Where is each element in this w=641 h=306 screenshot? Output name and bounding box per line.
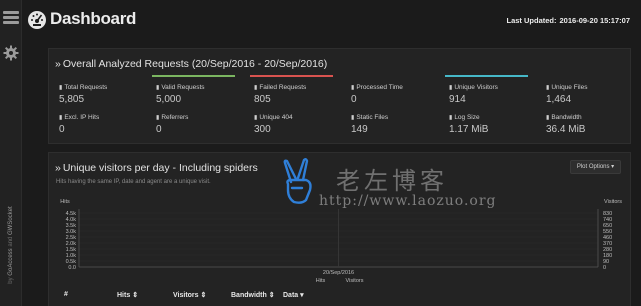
caret-down-icon: ▾	[611, 164, 615, 170]
y-tick-right: 0	[603, 265, 606, 271]
y-tick-left: 0.0	[68, 265, 76, 271]
stat-color-bar	[152, 75, 235, 77]
sort-icon: ⇕	[132, 292, 139, 299]
visitors-panel: » Unique visitors per day - Including spi…	[48, 152, 631, 306]
stat-value: 0	[351, 94, 357, 105]
stat-value: 300	[254, 124, 271, 135]
stat-label: ▮ Unique Files	[546, 84, 588, 91]
plot-options-button[interactable]: Plot Options ▾	[570, 160, 621, 174]
stat-unique-404: ▮ Unique 404 300	[250, 105, 338, 137]
bar-chart-icon: ▮	[59, 115, 63, 121]
bar-chart-icon: ▮	[351, 115, 355, 121]
page-title: Dashboard	[50, 9, 137, 28]
chevron-right-icon: »	[55, 58, 61, 70]
stat-label: ▮ Unique Visitors	[449, 84, 498, 91]
bar-chart-icon: ▮	[546, 85, 550, 91]
stat-value: 149	[351, 124, 368, 135]
caret-down-icon: ▾	[300, 292, 304, 299]
stat-label: ▮ Log Size	[449, 114, 480, 121]
stat-label: ▮ Processed Time	[351, 84, 403, 91]
stat-value: 5,805	[59, 94, 85, 105]
bar-chart-icon: ▮	[546, 115, 550, 121]
bar-chart-icon: ▮	[449, 85, 453, 91]
bar-chart-icon: ▮	[59, 85, 63, 91]
stat-label: ▮ Failed Requests	[254, 84, 307, 91]
gear-icon[interactable]	[3, 45, 19, 61]
stat-referrers: ▮ Referrers 0	[152, 105, 240, 137]
stat-value: 36.4 MiB	[546, 124, 586, 135]
stat-color-bar	[250, 75, 333, 77]
stat-label: ▮ Static Files	[351, 114, 389, 121]
overall-panel-title: » Overall Analyzed Requests (20/Sep/2016 …	[55, 58, 328, 70]
stat-static-files: ▮ Static Files 149	[347, 105, 435, 137]
sort-icon: ⇕	[200, 292, 207, 299]
bar-chart-icon: ▮	[449, 115, 453, 121]
stat-unique-visitors: ▮ Unique Visitors 914	[445, 75, 533, 107]
col-header-index[interactable]: #	[64, 291, 68, 298]
col-header-data[interactable]: Data ▾	[283, 291, 304, 299]
x-tick-label: 20/Sep/2016	[323, 270, 354, 276]
stat-value: 5,000	[156, 94, 182, 105]
stat-value: 914	[449, 94, 466, 105]
last-updated: Last Updated: 2016-09-20 15:17:07	[507, 16, 631, 25]
stat-label: ▮ Bandwidth	[546, 114, 582, 121]
stat-excl-ip-hits: ▮ Excl. IP Hits 0	[55, 105, 143, 137]
credit-text: by GoAccess and GWSocket	[8, 206, 14, 284]
menu-icon[interactable]	[3, 11, 19, 24]
col-header-hits[interactable]: Hits ⇕	[117, 291, 138, 299]
bar-chart-icon: ▮	[351, 85, 355, 91]
stat-value: 0	[156, 124, 162, 135]
y-axis-label-left: Hits	[60, 199, 70, 205]
stat-log-size: ▮ Log Size 1.17 MiB	[445, 105, 533, 137]
visitors-panel-title: » Unique visitors per day - Including spi…	[55, 162, 258, 174]
visitors-chart: Hits Visitors4.5k 8304.0k 7403.5k 6503.0k 550…	[60, 199, 622, 284]
col-header-bandwidth[interactable]: Bandwidth ⇕	[231, 291, 275, 299]
last-updated-value: 2016-09-20 15:17:07	[559, 16, 630, 25]
sidebar: by GoAccess and GWSocket	[0, 0, 22, 306]
stat-label: ▮ Referrers	[156, 114, 189, 121]
stat-value: 1.17 MiB	[449, 124, 489, 135]
x-series-label-visitors: Visitors	[346, 278, 364, 284]
stat-value: 1,464	[546, 94, 572, 105]
bar-chart-icon: ▮	[156, 115, 160, 121]
stat-label: ▮ Unique 404	[254, 114, 293, 121]
stat-total-requests: ▮ Total Requests 5,805	[55, 75, 143, 107]
stat-value: 0	[59, 124, 65, 135]
stat-label: ▮ Excl. IP Hits	[59, 114, 100, 121]
visitors-panel-subtitle: Hits having the same IP, date and agent …	[56, 179, 211, 185]
stat-unique-files: ▮ Unique Files 1,464	[542, 75, 630, 107]
stat-value: 805	[254, 94, 271, 105]
x-series-label-hits: Hits	[316, 278, 326, 284]
bar-chart-icon: ▮	[254, 85, 258, 91]
y-axis-label-right: Visitors	[604, 199, 622, 205]
credit-link-goaccess[interactable]: GoAccess	[8, 248, 14, 275]
stat-bandwidth: ▮ Bandwidth 36.4 MiB	[542, 105, 630, 137]
chevron-right-icon: »	[55, 162, 61, 174]
stat-processed-time: ▮ Processed Time 0	[347, 75, 435, 107]
stat-valid-requests: ▮ Valid Requests 5,000	[152, 75, 240, 107]
page-header: Dashboard Last Updated: 2016-09-20 15:17:…	[22, 0, 641, 40]
stat-failed-requests: ▮ Failed Requests 805	[250, 75, 338, 107]
credit-link-gwsocket[interactable]: GWSocket	[8, 206, 14, 235]
bar-chart-icon: ▮	[254, 115, 258, 121]
dashboard-icon	[27, 10, 47, 30]
overall-panel: » Overall Analyzed Requests (20/Sep/2016 …	[48, 48, 631, 144]
stat-label: ▮ Valid Requests	[156, 84, 205, 91]
col-header-visitors[interactable]: Visitors ⇕	[173, 291, 206, 299]
last-updated-label: Last Updated:	[506, 16, 557, 25]
sort-icon: ⇕	[268, 292, 275, 299]
stat-label: ▮ Total Requests	[59, 84, 108, 91]
stat-color-bar	[445, 75, 528, 77]
table-header: # Hits ⇕ Visitors ⇕ Bandwidth ⇕ Data ▾	[48, 289, 631, 303]
bar-chart-icon: ▮	[156, 85, 160, 91]
